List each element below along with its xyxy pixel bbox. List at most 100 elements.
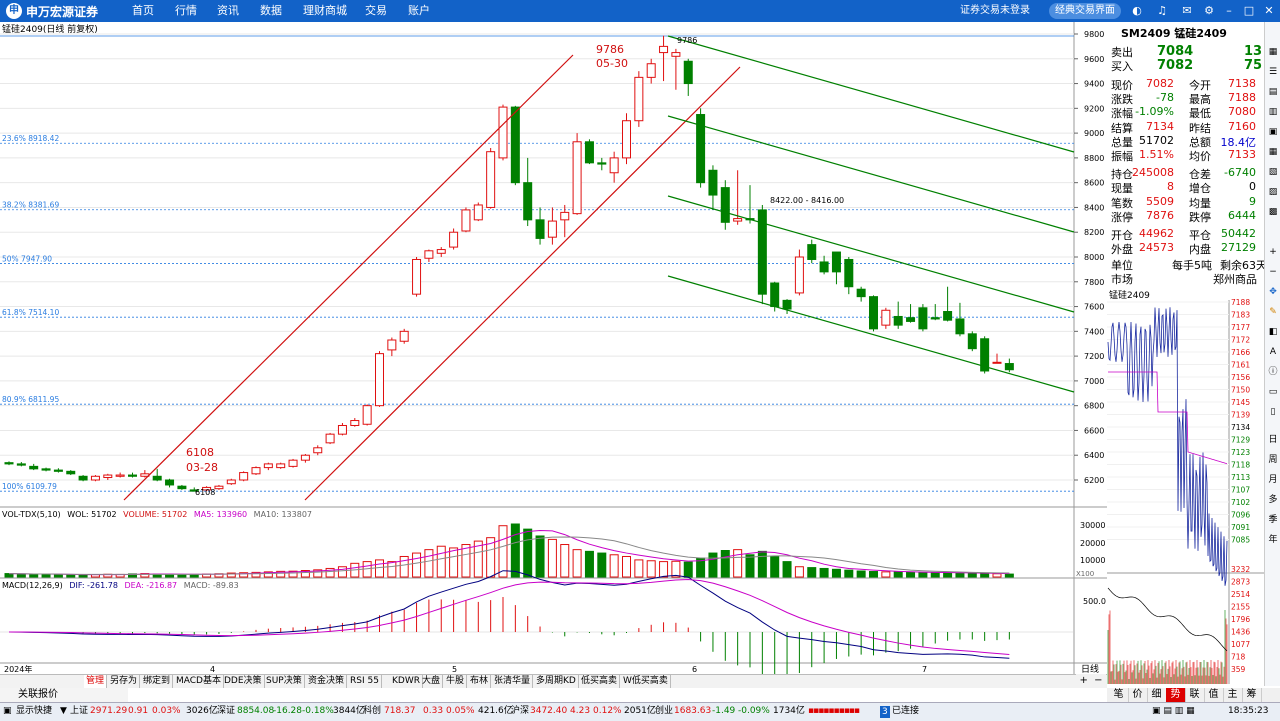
draw-icon[interactable]: ◧ [1267,326,1279,338]
candle-body [461,209,471,232]
intraday-vol-tick: 359 [1231,665,1246,674]
year-icon[interactable]: 年 [1267,534,1279,546]
quick-label[interactable]: 显示快捷 [16,703,52,720]
candle-body [510,106,520,184]
window-icon[interactable]: ▣ [1267,126,1279,138]
indicator-tab[interactable]: SUP决策 [264,675,305,688]
settings-icon[interactable]: ⚙ [1202,4,1216,18]
kline-chart[interactable]: 锰硅2409(日线 前复权) 23.6% 8918.42 38.2% 8381.6… [0,22,1107,674]
price-tick-label: 6600 [1084,426,1104,435]
quote-field-row: 笔数 5509 均量 9 [1111,194,1256,210]
quarter-icon[interactable]: 季 [1267,514,1279,526]
indicator-tab[interactable]: MACD基本 [174,675,224,688]
quote-side-tab[interactable]: 细 [1147,688,1167,702]
indicator-tab[interactable]: DDE决策 [222,675,265,688]
quote-side-tab[interactable]: 主 [1223,688,1243,702]
candle-body [831,251,841,273]
split-icon[interactable]: ▨ [1267,186,1279,198]
classic-trade-button[interactable]: 经典交易界面 [1049,3,1121,19]
indicator-tab[interactable]: RSI 55 [348,675,382,688]
volume-bar [720,550,730,578]
minimize-icon[interactable]: – [1222,4,1236,18]
day-icon[interactable]: 日 [1267,434,1279,446]
skin-icon[interactable]: ◐ [1130,4,1144,18]
volume-bar [992,573,1002,578]
period-label[interactable]: 日线 [1081,663,1099,674]
week-icon[interactable]: 周 [1267,454,1279,466]
indicator-tab[interactable]: 张清华量 [492,675,534,688]
volume-bar [523,528,533,578]
trade-login-status[interactable]: 证券交易未登录 [960,0,1030,22]
indicator-tab-bar: 管理 另存为 绑定到 MACD基本 DDE决策 SUP决策 资金决策 RSI 55 KDWR 大盘… [0,674,1107,688]
headset-icon[interactable]: ♫ [1155,4,1169,18]
intraday-vol-tick: 3232 [1231,565,1250,574]
maximize-icon[interactable]: □ [1242,4,1256,18]
quote-side-tab[interactable]: 势 [1166,688,1186,702]
volume-bar [708,552,718,578]
indicator-tab[interactable]: 资金决策 [306,675,348,688]
indicator-tab[interactable]: 布林 [468,675,492,688]
indicator-tab[interactable]: KDWR [390,675,423,688]
intraday-price-tick: 7091 [1231,523,1250,532]
close-icon[interactable]: ✕ [1262,4,1276,18]
nav-home[interactable]: 首页 [132,0,154,22]
related-quotes[interactable]: 关联报价 [0,688,128,702]
nav-market[interactable]: 行情 [175,0,197,22]
ticker-dots-icon: ▪▪▪▪▪▪▪▪▪▪ [808,706,860,716]
zoom-out-icon[interactable]: − [1267,266,1279,278]
nav-wealth[interactable]: 理财商城 [303,0,347,22]
indicator-tab[interactable]: 多周期KD [534,675,579,688]
frame-icon[interactable]: ▩ [1267,206,1279,218]
grid-icon[interactable]: ▦ [1267,46,1279,58]
volume-bar [498,525,508,578]
indicator-tab[interactable]: 牛股 [444,675,468,688]
list-icon[interactable]: ☰ [1267,66,1279,78]
quick-icon[interactable]: ▣ [3,703,12,720]
page-icon[interactable]: ▯ [1267,406,1279,418]
month-icon[interactable]: 月 [1267,474,1279,486]
chart-icon[interactable]: ▤ [1267,86,1279,98]
candle-body [560,211,570,221]
nav-news[interactable]: 资讯 [217,0,239,22]
volume-bar [597,552,607,578]
indicator-tab[interactable]: 低买高卖 [579,675,621,688]
text-icon[interactable]: A [1267,346,1279,358]
nav-account[interactable]: 账户 [408,0,430,22]
bar-icon[interactable]: ▥ [1267,106,1279,118]
quote-side-tab[interactable]: 值 [1204,688,1224,702]
low-price-label: 6108 [186,446,214,459]
tray-icons[interactable]: ▣ ▤ ▥ ▦ [1152,703,1195,720]
volume-bar [29,573,39,578]
nav-trade[interactable]: 交易 [365,0,387,22]
indicator-tab[interactable]: W低买高卖 [621,675,671,688]
nav-data[interactable]: 数据 [260,0,282,22]
panel-icon[interactable]: ▧ [1267,166,1279,178]
intraday-price-tick: 7134 [1231,423,1250,432]
indicator-tab[interactable]: 绑定到 [141,675,174,688]
candle-body [646,63,656,78]
price-tick-label: 6200 [1084,476,1104,485]
pen-icon[interactable]: ✎ [1267,306,1279,318]
multi-icon[interactable]: 多 [1267,494,1279,506]
svg-text:4: 4 [210,665,215,674]
zoom-in-icon[interactable]: + [1267,246,1279,258]
mail-icon[interactable]: ✉ [1180,4,1194,18]
table-icon[interactable]: ▦ [1267,146,1279,158]
quote-side-tab[interactable]: 价 [1128,688,1148,702]
move-icon[interactable]: ✥ [1267,286,1279,298]
price-tick-label: 7200 [1084,352,1104,361]
quote-side-tab[interactable]: 联 [1185,688,1205,702]
quote-side-tab[interactable]: 筹 [1242,688,1262,702]
info-icon[interactable]: ⓘ [1267,366,1279,378]
candle-body [350,420,360,426]
volume-bar [622,555,631,578]
indicator-tab[interactable]: 管理 [84,675,108,688]
quote-field-row: 振幅 1.51% 均价 7133 [1111,148,1256,163]
intraday-price-tick: 7156 [1231,373,1250,382]
quote-side-tab[interactable]: 笔 [1109,688,1129,702]
indicator-tab[interactable]: 另存为 [108,675,141,688]
indicator-tab[interactable]: 大盘 [420,675,444,688]
intraday-chart[interactable]: 锰硅2409 7188 7183 7177 7172 7166 7161 7156 7150 7… [1107,288,1264,686]
layout-icon[interactable]: ▭ [1267,386,1279,398]
zoom-buttons[interactable]: + − [1076,674,1106,687]
